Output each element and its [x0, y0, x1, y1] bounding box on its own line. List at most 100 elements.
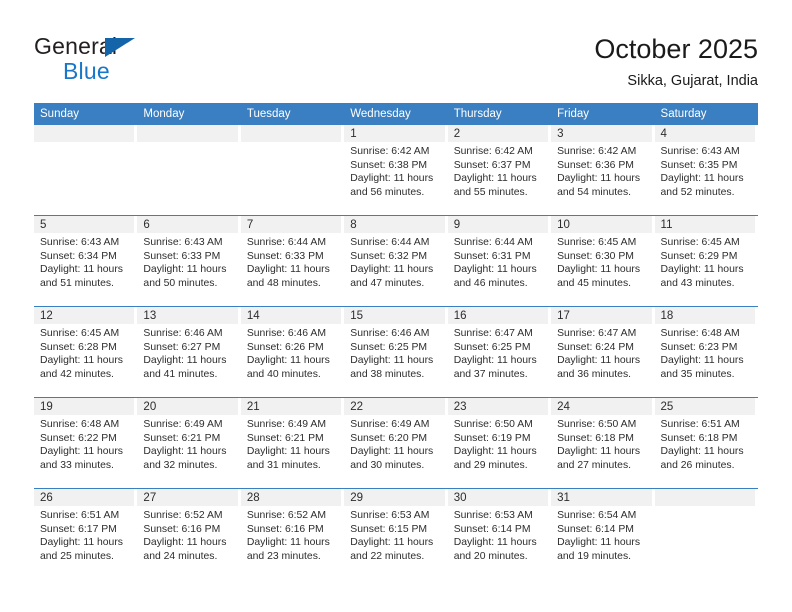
day-number: 18 — [654, 307, 755, 324]
logo-triangle-icon — [105, 38, 135, 57]
day-number: 3 — [551, 125, 652, 142]
weekday-header-tuesday: Tuesday — [240, 103, 345, 125]
calendar-day-cell[interactable]: 1 Sunrise: 6:42 AM Sunset: 6:38 PM Daylight… — [344, 125, 447, 216]
calendar-week-row: 5 Sunrise: 6:43 AM Sunset: 6:34 PM Daylight… — [34, 215, 758, 307]
calendar-day-cell[interactable]: 14 Sunrise: 6:46 AM Sunset: 6:26 PM Dayligh… — [240, 306, 345, 398]
weekday-header-saturday: Saturday — [654, 103, 758, 125]
day-details: Sunrise: 6:45 AM Sunset: 6:29 PM Daylight:… — [655, 233, 755, 290]
day-cell-inner: 31 Sunrise: 6:54 AM Sunset: 6:14 PM Dayligh… — [551, 489, 654, 579]
calendar-day-cell[interactable]: 9 Sunrise: 6:44 AM Sunset: 6:31 PM Daylight… — [447, 215, 552, 307]
sunrise-text: Sunrise: 6:42 AM — [557, 146, 637, 157]
daylight-text-line2: and 37 minutes. — [453, 368, 528, 380]
sunset-text: Sunset: 6:30 PM — [557, 250, 634, 262]
day-number: 29 — [344, 489, 445, 506]
calendar-day-cell[interactable]: 7 Sunrise: 6:44 AM Sunset: 6:33 PM Daylight… — [240, 215, 345, 307]
day-details: Sunrise: 6:44 AM Sunset: 6:31 PM Daylight:… — [448, 233, 548, 290]
calendar-day-cell[interactable]: 24 Sunrise: 6:50 AM Sunset: 6:18 PM Dayligh… — [551, 397, 655, 489]
sunrise-text: Sunrise: 6:46 AM — [246, 328, 326, 339]
calendar-day-cell[interactable]: 4 Sunrise: 6:43 AM Sunset: 6:35 PM Daylight… — [654, 125, 758, 216]
calendar-day-cell[interactable]: 6 Sunrise: 6:43 AM Sunset: 6:33 PM Daylight… — [137, 215, 241, 307]
calendar-day-cell[interactable]: 13 Sunrise: 6:46 AM Sunset: 6:27 PM Dayligh… — [137, 306, 241, 398]
weekday-header-wednesday: Wednesday — [344, 103, 448, 125]
day-details: Sunrise: 6:49 AM Sunset: 6:21 PM Daylight:… — [241, 415, 341, 472]
daylight-text-line1: Daylight: 11 hours — [557, 537, 641, 549]
calendar-week-row: 1 Sunrise: 6:42 AM Sunset: 6:38 PM Daylight… — [34, 125, 758, 216]
daylight-text-line2: and 20 minutes. — [453, 550, 528, 562]
calendar-day-cell[interactable]: 31 Sunrise: 6:54 AM Sunset: 6:14 PM Dayligh… — [551, 488, 655, 579]
calendar-day-cell[interactable]: 20 Sunrise: 6:49 AM Sunset: 6:21 PM Dayligh… — [137, 397, 241, 489]
calendar-day-cell[interactable]: 12 Sunrise: 6:45 AM Sunset: 6:28 PM Dayligh… — [34, 306, 138, 398]
calendar-day-cell[interactable]: 25 Sunrise: 6:51 AM Sunset: 6:18 PM Dayligh… — [654, 397, 758, 489]
daylight-text-line2: and 19 minutes. — [557, 550, 632, 562]
sunrise-text: Sunrise: 6:42 AM — [350, 146, 430, 157]
daylight-text-line2: and 48 minutes. — [246, 277, 321, 289]
calendar-day-cell[interactable]: 11 Sunrise: 6:45 AM Sunset: 6:29 PM Dayligh… — [654, 215, 758, 307]
day-cell-inner: 4 Sunrise: 6:43 AM Sunset: 6:35 PM Daylight… — [654, 125, 758, 215]
calendar-day-cell[interactable]: 10 Sunrise: 6:45 AM Sunset: 6:30 PM Dayligh… — [551, 215, 655, 307]
daylight-text-line1: Daylight: 11 hours — [350, 446, 434, 458]
calendar-day-cell[interactable]: 26 Sunrise: 6:51 AM Sunset: 6:17 PM Dayligh… — [34, 488, 138, 579]
calendar-day-cell[interactable]: 21 Sunrise: 6:49 AM Sunset: 6:21 PM Dayligh… — [240, 397, 345, 489]
calendar-day-cell[interactable]: 3 Sunrise: 6:42 AM Sunset: 6:36 PM Daylight… — [551, 125, 654, 216]
sunrise-text: Sunrise: 6:43 AM — [143, 237, 223, 248]
day-number: 6 — [137, 216, 238, 233]
day-details: Sunrise: 6:49 AM Sunset: 6:20 PM Daylight:… — [344, 415, 444, 472]
daylight-text-line2: and 52 minutes. — [660, 186, 735, 198]
day-cell-inner: 17 Sunrise: 6:47 AM Sunset: 6:24 PM Dayligh… — [551, 307, 654, 397]
daylight-text-line1: Daylight: 11 hours — [557, 173, 641, 185]
calendar-day-cell[interactable]: 28 Sunrise: 6:52 AM Sunset: 6:16 PM Dayligh… — [240, 488, 345, 579]
sunrise-text: Sunrise: 6:44 AM — [453, 237, 533, 248]
sunset-text: Sunset: 6:16 PM — [246, 523, 324, 535]
daylight-text-line2: and 23 minutes. — [246, 550, 321, 562]
day-details: Sunrise: 6:52 AM Sunset: 6:16 PM Daylight:… — [137, 506, 237, 563]
day-cell-inner: 26 Sunrise: 6:51 AM Sunset: 6:17 PM Dayligh… — [34, 489, 137, 579]
weekday-header-thursday: Thursday — [447, 103, 552, 125]
day-details: Sunrise: 6:46 AM Sunset: 6:25 PM Daylight:… — [344, 324, 444, 381]
day-cell-inner: 21 Sunrise: 6:49 AM Sunset: 6:21 PM Dayligh… — [240, 398, 344, 488]
calendar-day-cell[interactable]: 16 Sunrise: 6:47 AM Sunset: 6:25 PM Dayligh… — [447, 306, 552, 398]
sunset-text: Sunset: 6:31 PM — [453, 250, 531, 262]
sunrise-text: Sunrise: 6:43 AM — [660, 146, 740, 157]
sunset-text: Sunset: 6:21 PM — [246, 432, 324, 444]
day-cell-inner: 24 Sunrise: 6:50 AM Sunset: 6:18 PM Dayligh… — [551, 398, 654, 488]
day-number: 10 — [551, 216, 652, 233]
sunset-text: Sunset: 6:22 PM — [40, 432, 117, 444]
calendar-day-cell[interactable]: 5 Sunrise: 6:43 AM Sunset: 6:34 PM Daylight… — [34, 215, 138, 307]
calendar-day-cell[interactable]: 17 Sunrise: 6:47 AM Sunset: 6:24 PM Dayligh… — [551, 306, 655, 398]
sunrise-text: Sunrise: 6:43 AM — [40, 237, 120, 248]
calendar-week-row: 12 Sunrise: 6:45 AM Sunset: 6:28 PM Dayligh… — [34, 306, 758, 398]
day-details: Sunrise: 6:42 AM Sunset: 6:36 PM Daylight:… — [551, 142, 651, 199]
calendar-day-cell[interactable]: 29 Sunrise: 6:53 AM Sunset: 6:15 PM Dayligh… — [344, 488, 448, 579]
day-details: Sunrise: 6:54 AM Sunset: 6:14 PM Daylight:… — [551, 506, 651, 563]
sunset-text: Sunset: 6:25 PM — [453, 341, 531, 353]
daylight-text-line1: Daylight: 11 hours — [453, 173, 537, 185]
day-number: 4 — [654, 125, 755, 142]
calendar-day-cell[interactable]: 30 Sunrise: 6:53 AM Sunset: 6:14 PM Dayligh… — [447, 488, 552, 579]
daylight-text-line1: Daylight: 11 hours — [660, 264, 744, 276]
calendar-day-cell[interactable]: 23 Sunrise: 6:50 AM Sunset: 6:19 PM Dayligh… — [447, 397, 552, 489]
sunset-text: Sunset: 6:38 PM — [350, 159, 428, 171]
calendar-day-cell[interactable]: 18 Sunrise: 6:48 AM Sunset: 6:23 PM Dayligh… — [654, 306, 758, 398]
daylight-text-line2: and 56 minutes. — [350, 186, 425, 198]
calendar-day-cell[interactable]: 15 Sunrise: 6:46 AM Sunset: 6:25 PM Dayligh… — [344, 306, 448, 398]
calendar-day-cell[interactable]: 22 Sunrise: 6:49 AM Sunset: 6:20 PM Dayligh… — [344, 397, 448, 489]
page-title: October 2025 — [594, 34, 758, 64]
calendar-day-cell[interactable]: 2 Sunrise: 6:42 AM Sunset: 6:37 PM Daylight… — [447, 125, 551, 216]
day-cell-inner: 15 Sunrise: 6:46 AM Sunset: 6:25 PM Dayligh… — [344, 307, 447, 397]
day-cell-inner: 28 Sunrise: 6:52 AM Sunset: 6:16 PM Dayligh… — [240, 489, 344, 579]
day-details: Sunrise: 6:51 AM Sunset: 6:18 PM Daylight:… — [655, 415, 755, 472]
daylight-text-line2: and 51 minutes. — [40, 277, 114, 289]
daylight-text-line2: and 33 minutes. — [40, 459, 114, 471]
calendar-day-cell[interactable]: 8 Sunrise: 6:44 AM Sunset: 6:32 PM Daylight… — [344, 215, 448, 307]
day-details: Sunrise: 6:53 AM Sunset: 6:14 PM Daylight:… — [448, 506, 548, 563]
title-block: October 2025 Sikka, Gujarat, India — [594, 33, 758, 91]
calendar-day-cell[interactable]: 19 Sunrise: 6:48 AM Sunset: 6:22 PM Dayligh… — [34, 397, 138, 489]
sunset-text: Sunset: 6:29 PM — [660, 250, 738, 262]
day-details: Sunrise: 6:53 AM Sunset: 6:15 PM Daylight:… — [344, 506, 444, 563]
day-cell-inner: 3 Sunrise: 6:42 AM Sunset: 6:36 PM Daylight… — [551, 125, 654, 215]
sunrise-text: Sunrise: 6:53 AM — [350, 510, 430, 521]
weekday-header-monday: Monday — [137, 103, 241, 125]
calendar-day-cell[interactable]: 27 Sunrise: 6:52 AM Sunset: 6:16 PM Dayligh… — [137, 488, 241, 579]
day-details: Sunrise: 6:52 AM Sunset: 6:16 PM Daylight:… — [241, 506, 341, 563]
sunset-text: Sunset: 6:17 PM — [40, 523, 117, 535]
